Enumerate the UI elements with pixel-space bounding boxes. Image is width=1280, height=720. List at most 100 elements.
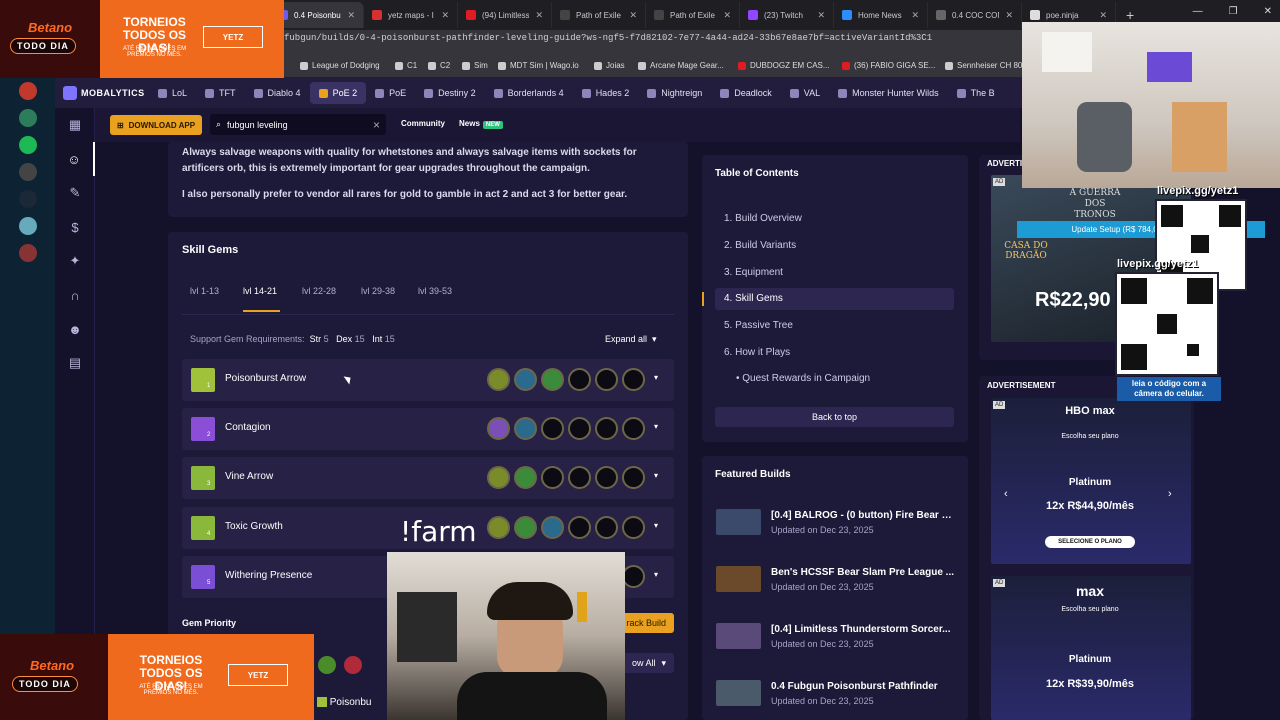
toc-link[interactable]: 1. Build Overview <box>724 213 802 224</box>
empty-socket-icon[interactable] <box>541 466 564 489</box>
mobalytics-logo[interactable]: MOBALYTICS <box>63 86 149 100</box>
steam-icon[interactable] <box>18 190 37 208</box>
support-gem-icon[interactable] <box>514 368 537 391</box>
featured-build[interactable]: Ben's HCSSF Bear Slam Pre League ... Upda… <box>716 562 966 602</box>
level-tab[interactable]: lvl 39-53 <box>418 286 452 296</box>
featured-build[interactable]: [0.4] BALROG - (0 button) Fire Bear S...… <box>716 505 966 545</box>
support-gem-icon[interactable] <box>487 368 510 391</box>
builds-icon[interactable]: ✦ <box>55 244 95 278</box>
game-link[interactable]: Monster Hunter Wilds <box>829 82 948 104</box>
empty-socket-icon[interactable] <box>568 417 591 440</box>
bookmark[interactable]: Sennheiser CH 80 <box>945 61 1022 70</box>
toc-link-active[interactable]: 4. Skill Gems <box>724 293 783 304</box>
empty-socket-icon[interactable] <box>622 516 645 539</box>
level-tab[interactable]: lvl 1-13 <box>190 286 219 296</box>
game-link[interactable]: Deadlock <box>711 82 781 104</box>
bookmark[interactable]: League of Dodging <box>300 61 380 70</box>
toc-link[interactable]: 3. Equipment <box>724 267 783 278</box>
betano-banner-top[interactable]: Betano TODO DIA TORNEIOS TODOS OS DIAS! … <box>0 0 284 78</box>
back-to-top-button[interactable]: Back to top <box>715 407 954 427</box>
featured-build[interactable]: [0.4] Limitless Thunderstorm Sorcer... Up… <box>716 619 966 659</box>
toc-sublink[interactable]: • Quest Rewards in Campaign <box>736 373 870 384</box>
news-link[interactable]: News NEW <box>459 119 503 129</box>
game-link[interactable]: Hades 2 <box>573 82 639 104</box>
toc-link[interactable]: 2. Build Variants <box>724 240 796 251</box>
bookmark[interactable]: C2 <box>428 61 450 70</box>
close-icon[interactable]: ✕ <box>1099 10 1107 21</box>
app-icon[interactable] <box>18 244 37 262</box>
gem-row[interactable]: 1 Poisonburst Arrow ▾ <box>182 359 674 401</box>
expand-all-button[interactable]: Expand all ▾ <box>605 334 657 345</box>
betano-banner-bottom[interactable]: Betano TODO DIA TORNEIOS TODOS OS DIAS! … <box>0 634 314 720</box>
grid-icon[interactable]: ▦ <box>55 108 95 142</box>
close-icon[interactable]: ✕ <box>911 10 919 21</box>
browser-tab[interactable]: (94) Limitless ✕ <box>458 2 552 28</box>
support-gem-icon[interactable] <box>514 417 537 440</box>
obs-icon[interactable] <box>18 163 37 181</box>
close-icon[interactable]: ✕ <box>441 10 449 21</box>
game-link-active[interactable]: PoE 2 <box>309 82 367 104</box>
app-icon[interactable] <box>18 217 37 235</box>
support-gem-icon[interactable] <box>541 516 564 539</box>
close-icon[interactable]: ✕ <box>629 10 637 21</box>
game-link[interactable]: PoE <box>366 82 415 104</box>
bookmark[interactable]: MDT Sim | Wago.io <box>498 61 579 70</box>
empty-socket-icon[interactable] <box>595 516 618 539</box>
chevron-down-icon[interactable]: ▾ <box>654 471 658 480</box>
support-gem-icon[interactable] <box>541 368 564 391</box>
empty-socket-icon[interactable] <box>595 466 618 489</box>
close-icon[interactable]: ✕ <box>817 10 825 21</box>
browser-tab[interactable]: 0.4 COC CON ✕ <box>928 2 1022 28</box>
empty-socket-icon[interactable] <box>568 368 591 391</box>
maximize-icon[interactable]: ❐ <box>1229 6 1238 17</box>
empty-socket-icon[interactable] <box>622 417 645 440</box>
book-icon[interactable]: ▤ <box>55 346 95 380</box>
game-link[interactable]: The B <box>948 82 1004 104</box>
empty-socket-icon[interactable] <box>541 417 564 440</box>
new-tab-button[interactable]: + <box>1116 7 1144 23</box>
game-link[interactable]: TFT <box>196 82 245 104</box>
close-icon[interactable]: ✕ <box>723 10 731 21</box>
close-icon[interactable]: ✕ <box>347 10 355 21</box>
empty-socket-icon[interactable] <box>595 417 618 440</box>
game-link[interactable]: VAL <box>781 82 829 104</box>
gem-row[interactable]: 2 Contagion ▾ <box>182 408 674 450</box>
level-tab[interactable]: lvl 29-38 <box>361 286 395 296</box>
profile-icon[interactable]: ☺ <box>55 142 95 176</box>
minimize-icon[interactable]: — <box>1193 6 1203 17</box>
chevron-down-icon[interactable]: ▾ <box>654 570 658 579</box>
bookmark[interactable]: Sim <box>462 61 488 70</box>
bookmark[interactable]: Arcane Mage Gear... <box>638 61 724 70</box>
game-link[interactable]: LoL <box>149 82 196 104</box>
support-gem-icon[interactable] <box>487 417 510 440</box>
app-icon[interactable] <box>18 82 37 100</box>
download-app-button[interactable]: ⊞ DOWNLOAD APP <box>110 115 202 135</box>
browser-tab[interactable]: 0.4 Poisonbur ✕ <box>270 2 364 28</box>
featured-build[interactable]: 0.4 Fubgun Poisonburst Pathfinder Updated… <box>716 676 966 716</box>
empty-socket-icon[interactable] <box>568 516 591 539</box>
toc-link[interactable]: 6. How it Plays <box>724 347 790 358</box>
chevron-down-icon[interactable]: ▾ <box>654 373 658 382</box>
empty-socket-icon[interactable] <box>568 466 591 489</box>
empty-socket-icon[interactable] <box>622 466 645 489</box>
users-icon[interactable]: ☻ <box>55 312 95 346</box>
level-tab[interactable]: lvl 22-28 <box>302 286 336 296</box>
game-link[interactable]: Nightreign <box>638 82 711 104</box>
chrome-icon[interactable] <box>18 109 37 127</box>
chevron-down-icon[interactable]: ▾ <box>654 422 658 431</box>
close-icon[interactable]: ✕ <box>535 10 543 21</box>
game-link[interactable]: Borderlands 4 <box>485 82 573 104</box>
toc-link[interactable]: 5. Passive Tree <box>724 320 793 331</box>
browser-tab[interactable]: Path of Exile ✕ <box>646 2 740 28</box>
browser-tab[interactable]: (23) Twitch ✕ <box>740 2 834 28</box>
tools-icon[interactable]: ✎ <box>55 176 95 210</box>
gem-row[interactable]: 3 Vine Arrow ▾ <box>182 457 674 499</box>
chevron-down-icon[interactable]: ▾ <box>654 521 658 530</box>
close-window-icon[interactable]: ✕ <box>1264 6 1272 17</box>
spotify-icon[interactable] <box>18 136 37 154</box>
game-link[interactable]: Destiny 2 <box>415 82 485 104</box>
support-gem-icon[interactable] <box>514 516 537 539</box>
headset-icon[interactable]: ∩ <box>55 278 95 312</box>
hbo-cta-button[interactable]: SELECIONE O PLANO <box>1045 536 1135 548</box>
empty-socket-icon[interactable] <box>622 368 645 391</box>
